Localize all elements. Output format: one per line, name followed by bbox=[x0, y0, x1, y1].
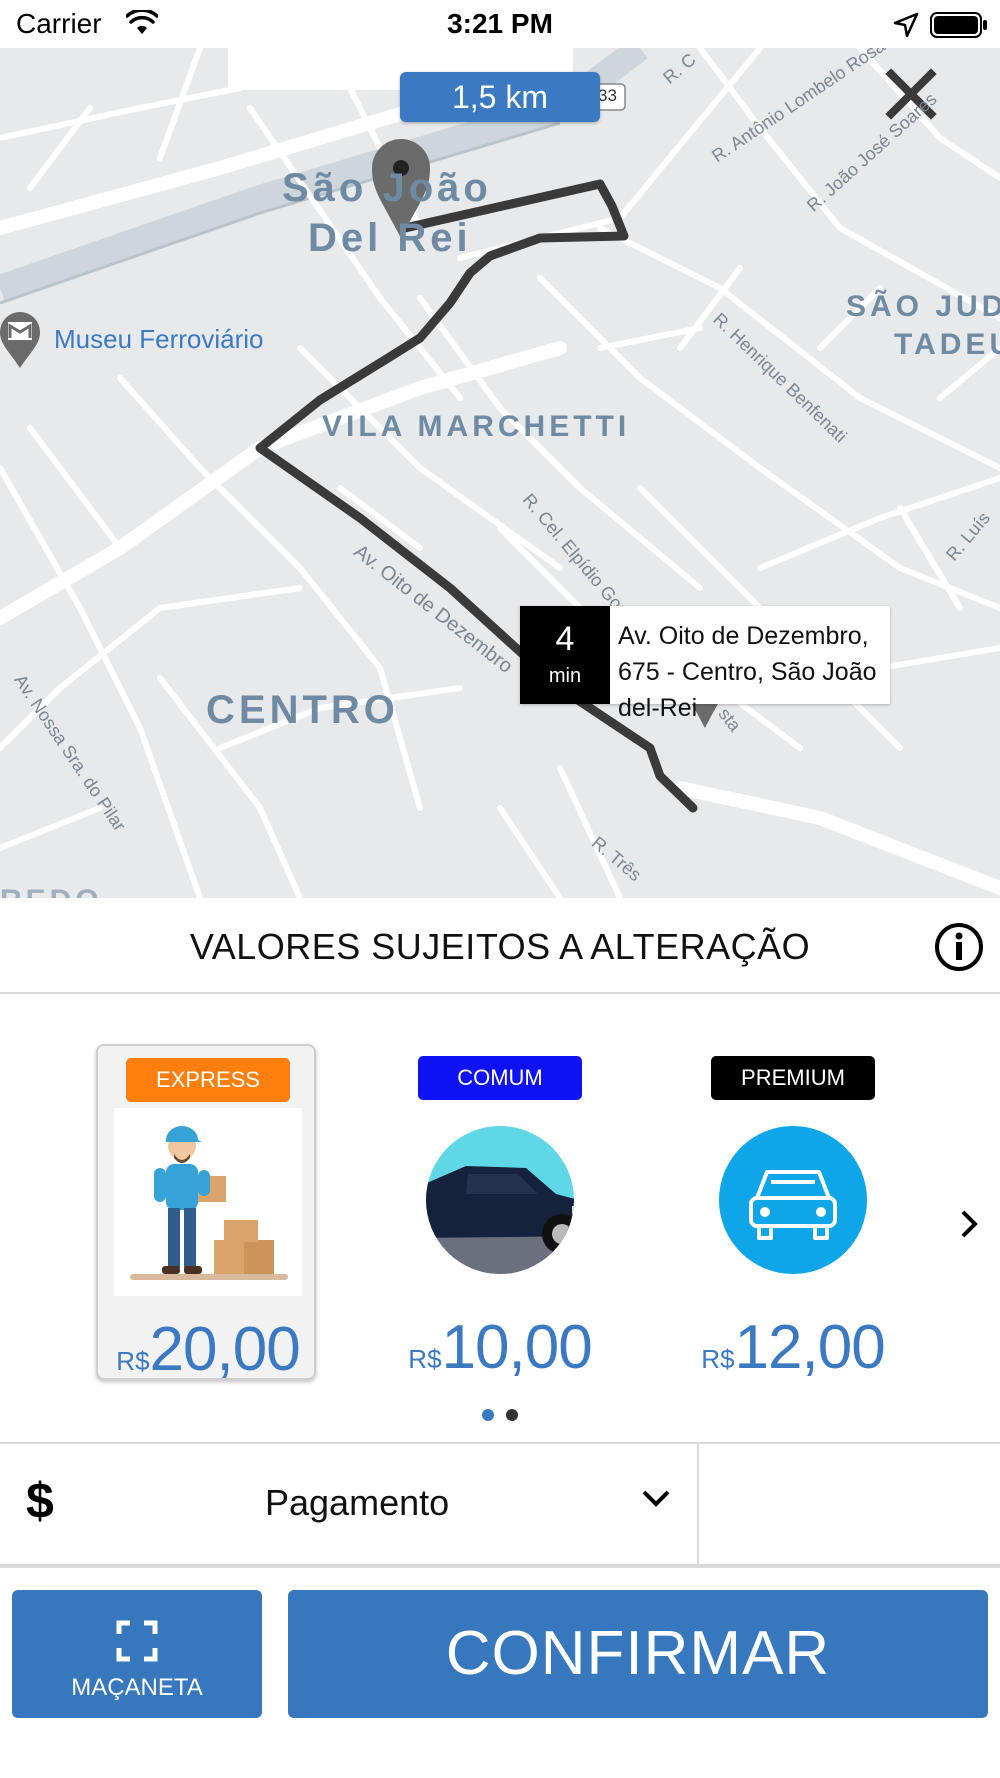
museum-pin-icon bbox=[0, 312, 40, 368]
battery-icon bbox=[930, 12, 987, 38]
handle-button[interactable]: MAÇANETA bbox=[12, 1590, 262, 1718]
price-notice-bar: VALORES SUJEITOS A ALTERAÇÃO bbox=[0, 898, 1000, 994]
price-currency: R$ bbox=[701, 1344, 735, 1374]
delivery-man-image bbox=[114, 1108, 302, 1296]
page-indicator[interactable] bbox=[0, 1408, 1000, 1426]
museum-label: Museu Ferroviário bbox=[54, 324, 264, 354]
route-shield-label: 33 bbox=[598, 86, 617, 105]
payment-selector[interactable]: $ Pagamento bbox=[0, 1442, 1000, 1568]
status-bar: Carrier 3:21 PM bbox=[0, 0, 1000, 48]
area-label-cut: REDO bbox=[0, 884, 103, 898]
eta-unit: min bbox=[548, 665, 582, 687]
route-map[interactable]: 33 1,5 km São João Del Rei VILA MARCHETT… bbox=[0, 48, 1000, 898]
option-premium[interactable]: PREMIUM R$12,00 bbox=[683, 1044, 903, 1383]
price-value: 12,00 bbox=[734, 1313, 886, 1382]
price-value: 10,00 bbox=[441, 1313, 593, 1382]
scan-icon bbox=[116, 1620, 158, 1662]
area-label-sao-judas: SÃO JUD bbox=[846, 290, 1000, 323]
eta-box: 4 min bbox=[520, 606, 610, 704]
eta-minutes: 4 bbox=[555, 620, 575, 658]
distance-badge: 1,5 km bbox=[400, 72, 600, 122]
area-label-del-rei: Del Rei bbox=[308, 216, 472, 260]
option-tag: PREMIUM bbox=[711, 1056, 875, 1100]
price-currency: R$ bbox=[408, 1344, 442, 1374]
price-notice-text: VALORES SUJEITOS A ALTERAÇÃO bbox=[189, 926, 811, 967]
option-comum[interactable]: COMUM R$10,00 bbox=[390, 1044, 610, 1383]
area-label-centro: CENTRO bbox=[206, 688, 399, 732]
car-photo-image bbox=[426, 1126, 574, 1274]
divider bbox=[697, 1444, 699, 1566]
area-label-vila-marchetti: VILA MARCHETTI bbox=[322, 410, 631, 443]
area-label-tadeu: TADEU bbox=[894, 328, 1000, 361]
payment-label: Pagamento bbox=[265, 1482, 450, 1523]
car-outline-image bbox=[719, 1126, 867, 1274]
price-value: 20,00 bbox=[149, 1315, 301, 1384]
option-express[interactable]: EXPRESS R$20,00 bbox=[96, 1044, 316, 1384]
service-options: EXPRESS R$20,00 COMUM R$10,00 PREMIUM R$… bbox=[0, 996, 1000, 1442]
option-price: R$10,00 bbox=[390, 1312, 610, 1383]
info-icon[interactable] bbox=[934, 922, 984, 972]
pager-dot[interactable] bbox=[506, 1409, 518, 1421]
option-price: R$12,00 bbox=[683, 1312, 903, 1383]
chevron-down-icon[interactable] bbox=[640, 1488, 672, 1510]
price-currency: R$ bbox=[116, 1346, 150, 1376]
option-price: R$20,00 bbox=[98, 1314, 318, 1385]
destination-address: Av. Oito de Dezembro, 675 - Centro, São … bbox=[618, 622, 877, 722]
confirm-button[interactable]: CONFIRMAR bbox=[288, 1590, 988, 1718]
clock: 3:21 PM bbox=[447, 8, 553, 39]
option-tag: EXPRESS bbox=[126, 1058, 290, 1102]
option-tag: COMUM bbox=[418, 1056, 582, 1100]
area-label-sao-joao: São João bbox=[282, 166, 492, 210]
dollar-icon: $ bbox=[26, 1473, 54, 1529]
chevron-right-icon[interactable] bbox=[955, 1206, 983, 1242]
eta-callout: 4 min Av. Oito de Dezembro, 675 - Centro… bbox=[520, 606, 890, 722]
handle-label: MAÇANETA bbox=[71, 1674, 203, 1701]
location-arrow-icon bbox=[893, 12, 919, 38]
pager-dot-active[interactable] bbox=[482, 1409, 494, 1421]
